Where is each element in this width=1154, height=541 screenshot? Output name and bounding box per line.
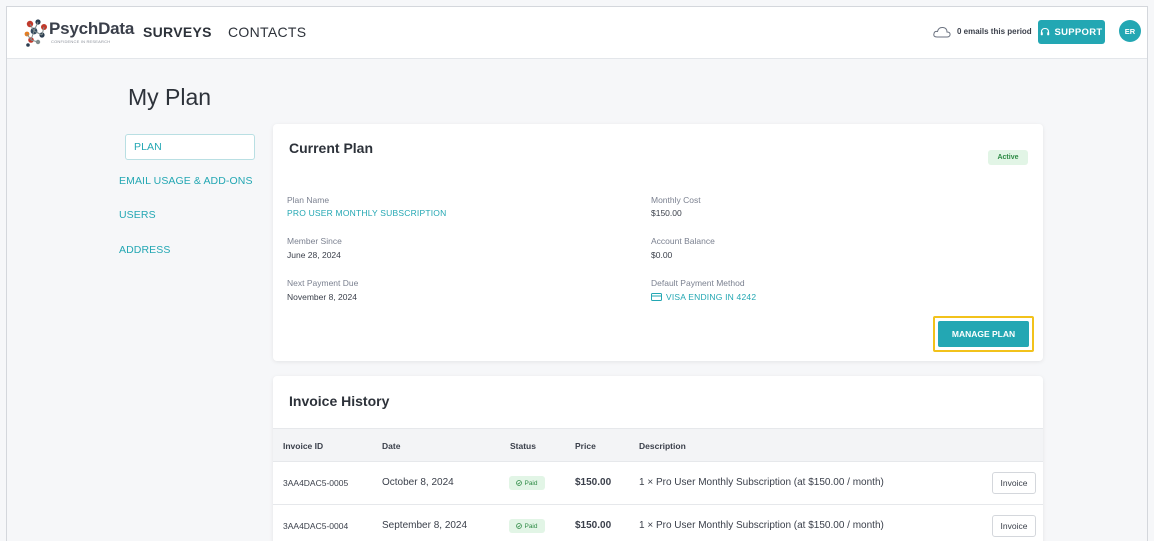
table-row: 3AA4DAC5-0005 October 8, 2024 Paid $150.…	[273, 462, 1043, 505]
invoice-history-title: Invoice History	[289, 393, 390, 409]
monthly-cost-label: Monthly Cost	[651, 195, 701, 205]
nav-surveys-link[interactable]: SURVEYS	[143, 24, 212, 40]
check-circle-icon	[516, 523, 523, 529]
manage-plan-highlight: MANAGE PLAN	[933, 316, 1034, 352]
view-invoice-button[interactable]: Invoice	[992, 515, 1036, 537]
paid-status-badge: Paid	[509, 476, 545, 490]
column-header-date: Date	[382, 441, 401, 451]
support-button[interactable]: SUPPORT	[1038, 20, 1105, 44]
sidebar-item-address[interactable]: ADDRESS	[119, 244, 170, 256]
sidebar-item-plan[interactable]: PLAN	[125, 134, 255, 160]
paid-status-label: Paid	[524, 479, 538, 487]
brand-name: PsychData	[49, 19, 135, 38]
column-header-invoice-id: Invoice ID	[283, 441, 324, 451]
emails-period-counter: 0 emails this period	[957, 27, 1032, 36]
account-balance-label: Account Balance	[651, 236, 715, 246]
invoice-date: October 8, 2024	[382, 477, 454, 488]
current-plan-title: Current Plan	[289, 140, 374, 156]
invoice-price: $150.00	[575, 477, 612, 488]
paid-status-label: Paid	[524, 522, 538, 530]
headset-icon	[1041, 27, 1050, 36]
manage-plan-button[interactable]: MANAGE PLAN	[938, 321, 1029, 347]
column-header-description: Description	[639, 441, 686, 451]
sidebar-item-users[interactable]: USERS	[119, 209, 156, 221]
check-circle-icon	[516, 480, 523, 486]
next-payment-label: Next Payment Due	[287, 278, 359, 288]
column-header-price: Price	[575, 441, 596, 451]
page-title: My Plan	[128, 84, 212, 110]
plan-name-value[interactable]: PRO USER MONTHLY SUBSCRIPTION	[287, 208, 446, 218]
member-since-value: June 28, 2024	[287, 250, 341, 260]
user-avatar[interactable]: ER	[1119, 20, 1141, 42]
sidebar-item-label: PLAN	[134, 141, 162, 153]
next-payment-value: November 8, 2024	[287, 292, 357, 302]
current-plan-card: Current Plan Active Plan Name PRO USER M…	[273, 124, 1043, 361]
top-navbar: PsychData CONFIDENCE IN RESEARCH SURVEYS…	[7, 7, 1147, 59]
column-header-status: Status	[510, 441, 536, 451]
psychdata-logo[interactable]: PsychData CONFIDENCE IN RESEARCH	[24, 18, 136, 48]
invoice-description: 1 × Pro User Monthly Subscription (at $1…	[639, 477, 884, 488]
table-row: 3AA4DAC5-0004 September 8, 2024 Paid $15…	[273, 505, 1043, 541]
payment-method-label: Default Payment Method	[651, 278, 745, 288]
app-window: PsychData CONFIDENCE IN RESEARCH SURVEYS…	[6, 6, 1148, 541]
monthly-cost-value: $150.00	[651, 208, 682, 218]
paid-status-badge: Paid	[509, 519, 545, 533]
invoice-id: 3AA4DAC5-0005	[283, 478, 349, 488]
invoice-description: 1 × Pro User Monthly Subscription (at $1…	[639, 520, 884, 531]
view-invoice-button[interactable]: Invoice	[992, 472, 1036, 494]
molecule-logo-icon	[24, 19, 47, 47]
plan-name-label: Plan Name	[287, 195, 330, 205]
nav-contacts-link[interactable]: CONTACTS	[228, 24, 306, 40]
status-badge: Active	[988, 150, 1028, 165]
support-label: SUPPORT	[1054, 26, 1103, 38]
invoice-price: $150.00	[575, 520, 612, 531]
account-balance-value: $0.00	[651, 250, 673, 260]
credit-card-icon	[651, 293, 662, 301]
invoice-date: September 8, 2024	[382, 520, 468, 531]
table-header: Invoice ID Date Status Price Description	[273, 428, 1043, 462]
payment-method-value[interactable]: VISA ENDING IN 4242	[666, 292, 756, 302]
brand-tagline: CONFIDENCE IN RESEARCH	[51, 39, 111, 44]
sidebar-item-email-usage[interactable]: EMAIL USAGE & ADD-ONS	[119, 175, 253, 187]
cloud-icon	[933, 26, 951, 38]
invoice-id: 3AA4DAC5-0004	[283, 521, 349, 531]
invoice-history-card: Invoice History Invoice ID Date Status P…	[273, 376, 1043, 541]
member-since-label: Member Since	[287, 236, 342, 246]
